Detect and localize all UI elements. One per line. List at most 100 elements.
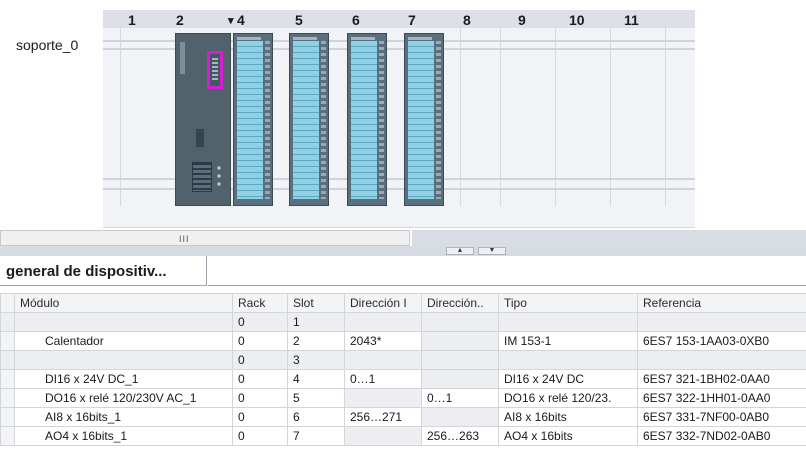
cell-address-i[interactable] [344, 426, 422, 446]
module-screws-icon [215, 164, 223, 188]
cell-address-q[interactable] [421, 407, 499, 427]
cell-module[interactable]: AI8 x 16bits_1 [14, 407, 233, 427]
table-header-row: Módulo Rack Slot Dirección I Dirección..… [0, 293, 806, 313]
collapse-up-button[interactable]: ▲ [446, 247, 474, 255]
io-pins-icon [379, 41, 384, 199]
cell-module[interactable]: AO4 x 16bits_1 [14, 426, 233, 446]
io-channel-strip [293, 41, 319, 199]
cell-rack: 0 [232, 350, 288, 370]
table-row[interactable]: DO16 x relé 120/230V AC_1 0 5 0…1 DO16 x… [0, 388, 806, 408]
terminal-plug-icon [192, 162, 212, 192]
cell-reference: 6ES7 153-1AA03-0XB0 [637, 331, 806, 351]
column-header[interactable]: Dirección.. [421, 293, 499, 313]
table-row[interactable]: Calentador 0 2 2043* IM 153-1 6ES7 153-1… [0, 331, 806, 351]
cell-address-i[interactable]: 2043* [344, 331, 422, 351]
horizontal-scrollbar[interactable]: III [0, 230, 410, 246]
slot-header [103, 10, 695, 28]
table-row[interactable]: AO4 x 16bits_1 0 7 256…263 AO4 x 16bits … [0, 426, 806, 446]
cell-slot: 4 [287, 369, 345, 389]
cell-address-q[interactable] [421, 331, 499, 351]
collapse-down-button[interactable]: ▼ [478, 247, 506, 255]
cell-slot: 2 [287, 331, 345, 351]
io-module-slot-6[interactable] [347, 33, 387, 206]
column-header[interactable]: Slot [287, 293, 345, 313]
tab-divider [208, 285, 806, 286]
cell-module[interactable]: DO16 x relé 120/230V AC_1 [14, 388, 233, 408]
row-gutter [0, 350, 15, 370]
tab-label: general de dispositiv... [6, 263, 167, 280]
insert-marker-icon: ▾ [228, 15, 234, 27]
module-label-strip [293, 37, 317, 40]
cell-rack: 0 [232, 331, 288, 351]
rack-name: soporte_0 [16, 37, 79, 53]
column-header[interactable]: Rack [232, 293, 288, 313]
table-row[interactable]: DI16 x 24V DC_1 0 4 0…1 DI16 x 24V DC 6E… [0, 369, 806, 389]
cell-address-i[interactable] [344, 312, 422, 332]
cell-module[interactable]: DI16 x 24V DC_1 [14, 369, 233, 389]
cell-address-q[interactable] [421, 369, 499, 389]
slot-number: 4 [237, 12, 245, 28]
slot-number: 1 [128, 12, 136, 28]
right-panel-strip [412, 230, 806, 246]
cell-address-q[interactable]: 256…263 [421, 426, 499, 446]
cell-reference [637, 312, 806, 332]
cell-rack: 0 [232, 388, 288, 408]
io-module-slot-7[interactable] [404, 33, 444, 206]
cell-reference: 6ES7 332-7ND02-0AB0 [637, 426, 806, 446]
io-pins-icon [265, 41, 270, 199]
column-header[interactable]: Dirección I [344, 293, 422, 313]
cell-slot: 5 [287, 388, 345, 408]
cell-type: AO4 x 16bits [498, 426, 638, 446]
io-channel-strip [237, 41, 263, 199]
column-header[interactable]: Referencia [637, 293, 806, 313]
cell-type: DO16 x relé 120/23. [498, 388, 638, 408]
cell-rack: 0 [232, 426, 288, 446]
module-label-strip [351, 37, 375, 40]
cell-address-q[interactable] [421, 312, 499, 332]
slot-number: 10 [569, 12, 585, 28]
column-header[interactable]: Tipo [498, 293, 638, 313]
cell-rack: 0 [232, 407, 288, 427]
scrollbar-thumb[interactable]: III [179, 234, 190, 244]
cell-address-i[interactable]: 256…271 [344, 407, 422, 427]
io-channel-strip [408, 41, 434, 199]
cell-address-i[interactable] [344, 388, 422, 408]
rack-view[interactable]: 1 2 ▾ 4 5 6 7 8 9 10 11 soporte_0 III [0, 0, 806, 246]
cell-module[interactable]: Calentador [14, 331, 233, 351]
tab-device-overview[interactable]: general de dispositiv... [0, 256, 207, 286]
table-row[interactable]: AI8 x 16bits_1 0 6 256…271 AI8 x 16bits … [0, 407, 806, 427]
profibus-connector-icon[interactable] [207, 51, 223, 89]
row-gutter [0, 407, 15, 427]
io-pins-icon [321, 41, 326, 199]
slot-number: 7 [408, 12, 416, 28]
table-row[interactable]: 0 1 [0, 312, 806, 332]
io-module-slot-4[interactable] [233, 33, 273, 206]
interface-module[interactable] [175, 33, 231, 206]
module-slot-icon [196, 129, 204, 147]
io-channel-strip [351, 41, 377, 199]
cell-address-i[interactable]: 0…1 [344, 369, 422, 389]
cell-module[interactable] [14, 312, 233, 332]
slot-number: 5 [295, 12, 303, 28]
panel-splitter[interactable]: ▲ ▼ [0, 246, 806, 256]
slot-number: 6 [352, 12, 360, 28]
slot-number: 8 [463, 12, 471, 28]
cell-address-q[interactable] [421, 350, 499, 370]
cell-address-i[interactable] [344, 350, 422, 370]
module-label-strip [237, 37, 261, 40]
cell-type: AI8 x 16bits [498, 407, 638, 427]
cell-reference [637, 350, 806, 370]
cell-type: IM 153-1 [498, 331, 638, 351]
row-gutter [0, 312, 15, 332]
slot-number: 2 [176, 12, 184, 28]
slot-number: 9 [518, 12, 526, 28]
cell-reference: 6ES7 331-7NF00-0AB0 [637, 407, 806, 427]
cell-slot: 3 [287, 350, 345, 370]
table-row[interactable]: 0 3 [0, 350, 806, 370]
io-module-slot-5[interactable] [289, 33, 329, 206]
cell-address-q[interactable]: 0…1 [421, 388, 499, 408]
row-gutter [0, 388, 15, 408]
cell-type: DI16 x 24V DC [498, 369, 638, 389]
cell-module[interactable] [14, 350, 233, 370]
column-header[interactable]: Módulo [14, 293, 233, 313]
